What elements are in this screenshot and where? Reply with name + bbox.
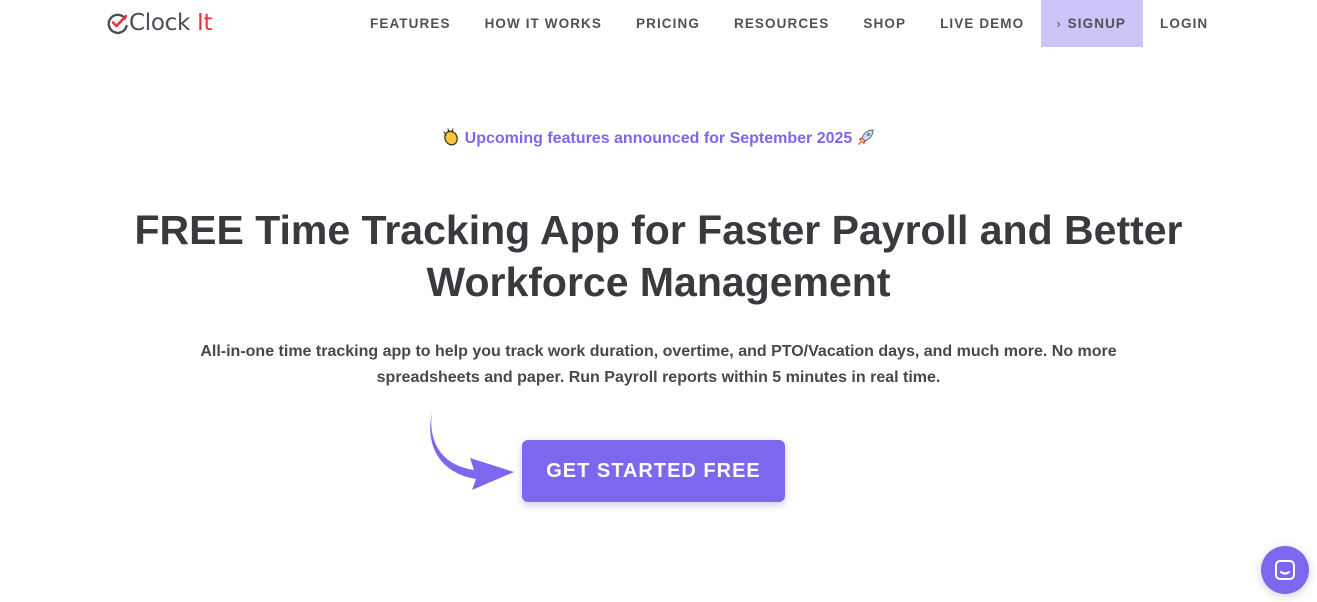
- nav-signup-label: SIGNUP: [1067, 16, 1127, 31]
- chevron-right-icon: ›: [1056, 16, 1062, 31]
- hero-subtitle: All-in-one time tracking app to help you…: [200, 343, 1117, 386]
- logo[interactable]: Clock It: [106, 8, 213, 38]
- nav-pricing[interactable]: PRICING: [619, 0, 717, 47]
- nav-resources[interactable]: RESOURCES: [717, 0, 846, 47]
- clapping-hands-icon: [443, 128, 459, 146]
- nav-features[interactable]: FEATURES: [353, 0, 468, 47]
- hero-title: FREE Time Tracking App for Faster Payrol…: [134, 207, 1183, 305]
- get-started-button[interactable]: GET STARTED FREE: [522, 440, 785, 502]
- clock-check-logo-icon: [107, 13, 128, 35]
- curved-arrow-icon: [430, 412, 514, 490]
- announcement-text: Upcoming features announced for Septembe…: [464, 130, 853, 147]
- chat-bubble-icon: [1275, 560, 1295, 580]
- rocket-icon: [857, 129, 874, 145]
- logo-text: Clock It: [129, 10, 213, 36]
- nav-login[interactable]: LOGIN: [1143, 0, 1225, 47]
- announcement-banner[interactable]: Upcoming features announced for Septembe…: [0, 128, 1317, 148]
- nav-signup[interactable]: › SIGNUP: [1041, 0, 1144, 47]
- main-nav: FEATURES HOW IT WORKS PRICING RESOURCES …: [353, 0, 1225, 47]
- nav-how-it-works[interactable]: HOW IT WORKS: [468, 0, 619, 47]
- nav-live-demo[interactable]: LIVE DEMO: [923, 0, 1041, 47]
- chat-widget-button[interactable]: [1261, 546, 1309, 594]
- nav-shop[interactable]: SHOP: [846, 0, 923, 47]
